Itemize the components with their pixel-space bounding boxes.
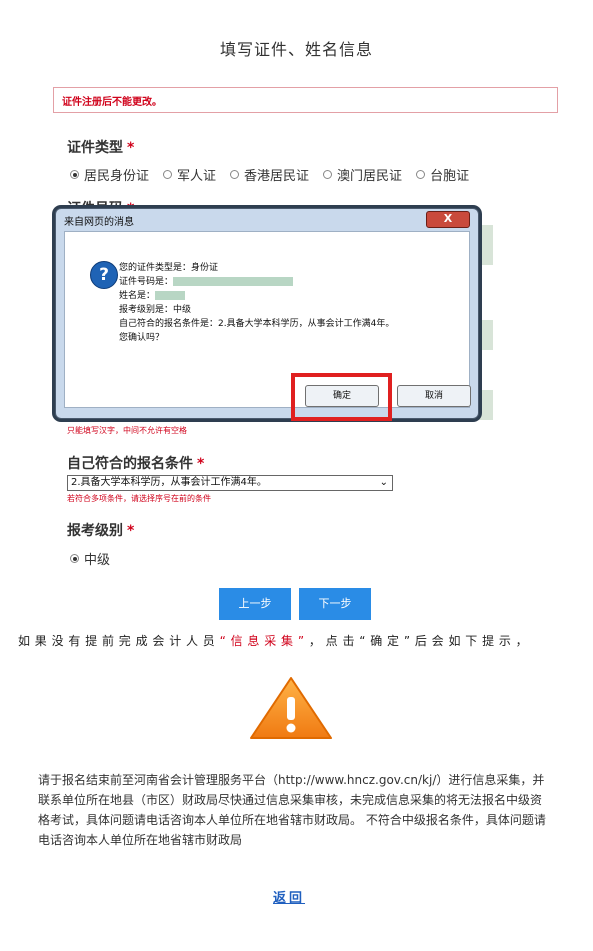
id-type-radio-group: 居民身份证 军人证 香港居民证 澳门居民证 台胞证 — [70, 165, 469, 184]
msg-confirm: 您确认吗？ — [119, 333, 165, 343]
radio-macau[interactable]: 澳门居民证 — [323, 165, 402, 184]
msg-doc-number: 证件号码是： — [119, 277, 174, 287]
ok-button[interactable]: 确定 — [305, 385, 379, 407]
warning-triangle-icon — [248, 675, 334, 745]
dialog-title: 来自网页的消息 — [64, 217, 134, 228]
radio-id-card[interactable]: 居民身份证 — [70, 165, 149, 184]
radio-label: 军人证 — [177, 169, 217, 184]
redacted-name — [155, 291, 186, 300]
required-mark: * — [127, 140, 135, 156]
radio-dot[interactable] — [323, 170, 333, 179]
radio-label: 台胞证 — [430, 169, 470, 184]
radio-military[interactable]: 军人证 — [163, 165, 216, 184]
id-type-label: 证件类型 * — [67, 137, 134, 157]
condition-select-value: 2.具备大学本科学历，从事会计工作满4年。 — [71, 477, 267, 488]
explanation-after: ，点击“确定”后会如下提示， — [308, 634, 533, 648]
dialog-body: ? 您的证件类型是：身份证 证件号码是： 姓名是： 报考级别是：中级 自己符合的… — [64, 231, 471, 421]
msg-name: 姓名是： — [119, 291, 156, 301]
condition-hint: 若符合多项条件，请选择序号在前的条件 — [67, 494, 211, 503]
confirm-dialog: 来自网页的消息 X ? 您的证件类型是：身份证 证件号码是： 姓名是： 报考级别… — [55, 208, 479, 421]
prev-step-button[interactable]: 上一步 — [219, 588, 291, 620]
condition-select[interactable]: 2.具备大学本科学历，从事会计工作满4年。 ⌄ — [67, 475, 393, 491]
id-type-label-text: 证件类型 — [67, 140, 123, 156]
radio-hongkong[interactable]: 香港居民证 — [230, 165, 309, 184]
back-link[interactable]: 返回 — [273, 887, 305, 906]
radio-dot[interactable] — [416, 170, 426, 179]
msg-condition: 自己符合的报名条件是：2.具备大学本科学历，从事会计工作满4年。 — [119, 319, 395, 329]
question-icon: ? — [90, 261, 118, 289]
radio-label: 居民身份证 — [84, 169, 150, 184]
radio-label: 中级 — [84, 553, 111, 568]
explanation-before: 如果没有提前完成会计人员 — [18, 634, 220, 648]
cancel-button[interactable]: 取消 — [397, 385, 471, 407]
dialog-message: 您的证件类型是：身份证 证件号码是： 姓名是： 报考级别是：中级 自己符合的报名… — [119, 261, 394, 345]
condition-label: 自己符合的报名条件 * — [67, 453, 204, 473]
explanation-text: 如果没有提前完成会计人员“信息采集”，点击“确定”后会如下提示， — [18, 632, 578, 649]
radio-dot[interactable] — [230, 170, 240, 179]
radio-dot[interactable] — [163, 170, 173, 179]
required-mark: * — [127, 523, 135, 539]
warning-text: 证件注册后不能更改。 — [62, 97, 162, 108]
radio-label: 澳门居民证 — [337, 169, 403, 184]
level-radio-group: 中级 — [70, 549, 110, 568]
redacted-number — [173, 277, 294, 286]
msg-doc-type: 您的证件类型是：身份证 — [119, 263, 219, 273]
condition-label-text: 自己符合的报名条件 — [67, 456, 193, 472]
msg-level: 报考级别是：中级 — [119, 305, 192, 315]
page-title: 填写证件、姓名信息 — [219, 40, 373, 59]
next-step-button[interactable]: 下一步 — [299, 588, 371, 620]
radio-label: 香港居民证 — [244, 169, 310, 184]
level-label: 报考级别 * — [67, 520, 134, 540]
radio-taiwan[interactable]: 台胞证 — [416, 165, 469, 184]
explanation-highlight: “信息采集” — [219, 634, 309, 648]
level-label-text: 报考级别 — [67, 523, 123, 539]
dialog-close-button[interactable]: X — [426, 211, 470, 228]
radio-dot-selected[interactable] — [70, 170, 79, 179]
radio-intermediate[interactable]: 中级 — [70, 549, 110, 568]
radio-dot-selected[interactable] — [70, 554, 79, 563]
name-hint: 只能填写汉字，中间不允许有空格 — [67, 426, 187, 435]
warning-box: 证件注册后不能更改。 — [53, 87, 558, 113]
notice-text: 请于报名结束前至河南省会计管理服务平台（http://www.hncz.gov.… — [38, 773, 546, 847]
chevron-down-icon[interactable]: ⌄ — [380, 476, 388, 490]
required-mark: * — [197, 456, 205, 472]
